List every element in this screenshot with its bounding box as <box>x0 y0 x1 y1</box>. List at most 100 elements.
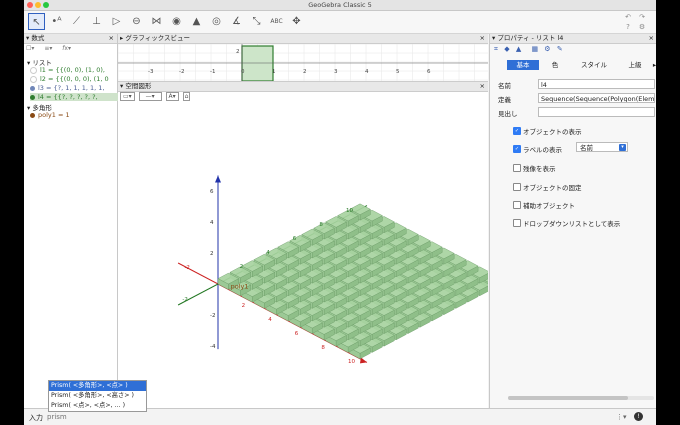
graphics-title: グラフィックスビュー <box>125 34 191 42</box>
properties-scrollbar[interactable] <box>508 396 654 400</box>
undo-icon[interactable]: ↶ <box>622 13 634 22</box>
show-object-checkbox[interactable]: ✓ <box>513 127 521 135</box>
angle-tool-icon[interactable]: ∡ <box>228 13 245 30</box>
list-item-l3[interactable]: l3 = {?, 1, 1, 1, 1, 1, <box>30 84 118 92</box>
collapse-icon[interactable]: ▾ <box>26 34 29 42</box>
z-tick-label: -4 <box>210 344 216 350</box>
rotate-view-tool-icon[interactable]: ✥ <box>288 13 305 30</box>
intersect-tool-icon[interactable]: ⋈ <box>148 13 165 30</box>
graphics3d-header: ▾ 空間図形 × <box>118 82 488 92</box>
help-icon[interactable]: ? <box>622 23 634 32</box>
trace-checkbox[interactable] <box>513 164 521 172</box>
x-tick-label: 1 <box>272 69 276 75</box>
color-button[interactable]: ▭▾ <box>120 92 135 101</box>
close-panel-icon[interactable]: × <box>649 34 654 43</box>
plane-tool-icon[interactable]: ◉ <box>168 13 185 30</box>
tab-style[interactable]: スタイル <box>572 60 616 70</box>
x-tick-label: 2 <box>303 69 307 75</box>
x-tick-label: 10 <box>348 359 355 365</box>
fix-object-checkbox[interactable] <box>513 183 521 191</box>
input-field[interactable]: prism <box>47 413 67 421</box>
polygon-tool-icon[interactable]: ▷ <box>108 13 125 30</box>
advanced-settings-icon[interactable]: ✎ <box>557 45 563 53</box>
close-panel-icon[interactable]: × <box>109 34 114 43</box>
point-tool-icon[interactable]: •ᴬ <box>48 13 65 30</box>
suggestion-item[interactable]: Prism( <点>, <点>, ... ) <box>49 401 146 411</box>
label-style-button[interactable]: A▾ <box>165 92 179 101</box>
style-bar: ▭▾ —▾ A▾ ⌂ <box>120 92 191 102</box>
visible-toggle-icon[interactable] <box>30 112 35 118</box>
graphics-3d-canvas[interactable]: 6 4 2 -2 -4 2 4 6 8 10 2 4 6 8 10 -2 -2 poly1 <box>118 103 488 407</box>
collapse-icon[interactable]: ▾ <box>492 34 495 42</box>
x-tick-label: 4 <box>268 317 272 323</box>
tab-advanced[interactable]: 上級 <box>618 60 652 70</box>
poly1-label[interactable]: poly1 <box>231 283 249 291</box>
app-window: GeoGebra Classic 5 ↖ •ᴬ ⟋ ⊥ ▷ ⊖ ⋈ ◉ ▲ ◎ … <box>24 0 656 425</box>
graphics-settings-icon[interactable]: ⌗ <box>494 45 498 53</box>
visible-toggle-icon[interactable] <box>30 85 35 91</box>
redo-icon[interactable]: ↷ <box>636 13 648 22</box>
list-item-l2[interactable]: l2 = {{(0, 0, 0), (1, 0 <box>30 75 118 83</box>
collapse-icon[interactable]: ▾ <box>120 82 123 90</box>
defaults-settings-icon[interactable]: ⚙ <box>544 45 550 53</box>
view-button[interactable]: ⌂ <box>182 92 191 101</box>
poly1-shape[interactable] <box>241 45 274 81</box>
close-panel-icon[interactable]: × <box>480 82 485 91</box>
graphics-view-3d[interactable]: ▾ 空間図形 × ▭▾ —▾ A▾ ⌂ 6 4 2 -2 -4 2 4 6 8 10 2 4 6 8 10 -… <box>118 82 488 408</box>
move-tool-icon[interactable]: ↖ <box>28 13 45 30</box>
y-tick-label: 10 <box>346 208 353 214</box>
perpendicular-tool-icon[interactable]: ⊥ <box>88 13 105 30</box>
auxiliary-object-checkbox[interactable] <box>513 201 521 209</box>
hidden-toggle-icon[interactable] <box>30 66 37 74</box>
auxiliary-icon[interactable]: ≡▾ <box>44 45 52 52</box>
algebra-view: ▾ 数式 × ☐▾ ≡▾ fx▾ ▾ リスト l1 = {{(0, 0), (1… <box>24 34 118 408</box>
tab-scroll-right-icon[interactable]: ▸ <box>652 60 656 70</box>
settings-icon[interactable]: ⚙ <box>636 23 648 32</box>
text-tool-icon[interactable]: ABC <box>268 13 285 30</box>
line-style-button[interactable]: —▾ <box>138 92 162 101</box>
input-help-icon[interactable]: ! <box>634 412 643 421</box>
graphics-2d-canvas[interactable]: -3 -2 -1 0 1 2 3 4 5 6 2 <box>118 44 488 81</box>
x-tick-label: 3 <box>334 69 338 75</box>
circle-axis-tool-icon[interactable]: ⊖ <box>128 13 145 30</box>
label-mode-select[interactable]: 名前 ▾ <box>576 142 628 152</box>
properties-panel: ▾ プロパティ - リスト l4 × ⌗ ◆ ▲ ▦ ⚙ ✎ 基本 色 スタイル… <box>489 34 656 408</box>
y-tick-label: 6 <box>293 236 297 242</box>
objects-settings-icon[interactable]: ▲ <box>516 45 521 53</box>
sphere-tool-icon[interactable]: ◎ <box>208 13 225 30</box>
collapse-icon[interactable]: ▸ <box>120 34 123 42</box>
suggestion-item[interactable]: Prism( <多角形>, <高さ> ) <box>49 391 146 401</box>
tab-basic[interactable]: 基本 <box>507 60 539 70</box>
dropdown-list-checkbox[interactable] <box>513 219 521 227</box>
line-tool-icon[interactable]: ⟋ <box>68 13 85 30</box>
fix-object-label: オブジェクトの固定 <box>523 184 582 192</box>
x-neg-tick-label: -2 <box>184 265 189 271</box>
input-menu-icon[interactable]: ⋮▾ <box>616 413 627 421</box>
algebra-settings-icon[interactable]: ◆ <box>504 45 509 53</box>
tab-color[interactable]: 色 <box>543 60 567 70</box>
input-label: 入力 <box>29 414 43 422</box>
caption-field[interactable] <box>538 107 655 117</box>
algebra-header: ▾ 数式 × <box>24 34 117 44</box>
graphics-view-2d[interactable]: ▸ グラフィックスビュー × -3 -2 -1 0 1 2 3 4 5 6 2 <box>118 34 488 82</box>
list-item-l1[interactable]: l1 = {{(0, 0), (1, 0), <box>30 66 118 74</box>
hidden-toggle-icon[interactable] <box>30 75 37 83</box>
name-field[interactable]: l4 <box>538 79 655 89</box>
suggestion-item[interactable]: Prism( <多角形>, <点> ) <box>49 381 146 391</box>
properties-icon-bar: ⌗ ◆ ▲ ▦ ⚙ ✎ <box>494 45 563 54</box>
show-label-checkbox[interactable]: ✓ <box>513 145 521 153</box>
list-item-l4-selected[interactable]: l4 = {{?, ?, ?, ?, ?, <box>30 93 118 101</box>
visible-toggle-icon[interactable] <box>30 94 35 100</box>
algebra-title: 数式 <box>31 34 45 42</box>
layout-settings-icon[interactable]: ▦ <box>531 45 538 53</box>
reflect-tool-icon[interactable]: ⤡ <box>248 13 265 30</box>
definition-label: 定義 <box>498 96 511 104</box>
fx-icon[interactable]: fx▾ <box>62 45 71 52</box>
polygon-item-poly1[interactable]: poly1 = 1 <box>30 111 118 119</box>
y-neg-tick-label: -2 <box>182 297 187 303</box>
definition-field[interactable]: Sequence(Sequence(Polygon(Elemen <box>538 93 655 103</box>
pyramid-tool-icon[interactable]: ▲ <box>188 13 205 30</box>
close-panel-icon[interactable]: × <box>480 34 485 43</box>
x-tick-label: 4 <box>365 69 369 75</box>
sort-icon[interactable]: ☐▾ <box>26 45 34 52</box>
